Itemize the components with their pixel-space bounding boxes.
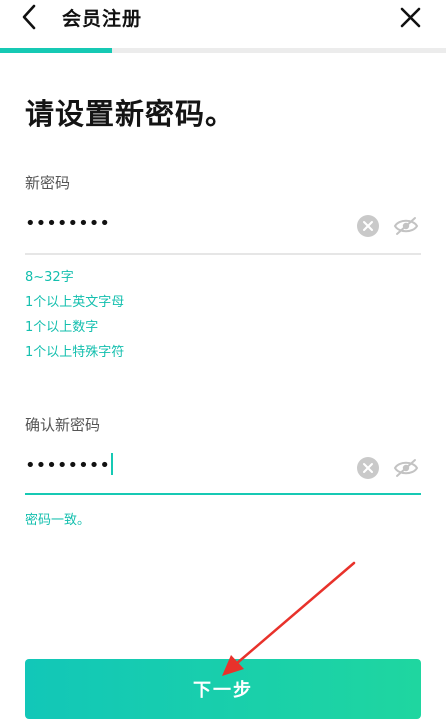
- next-button[interactable]: 下一步: [25, 659, 421, 719]
- confirm-password-underline: [25, 493, 421, 495]
- new-password-label: 新密码: [25, 174, 71, 192]
- close-button[interactable]: [396, 2, 426, 32]
- page-title: 请设置新密码。: [25, 97, 236, 131]
- new-password-visibility-toggle[interactable]: [393, 215, 419, 237]
- requirement-number: 1个以上数字: [25, 320, 99, 335]
- eye-off-icon: [393, 217, 419, 235]
- header: 会员注册: [0, 0, 446, 48]
- close-icon: [400, 7, 421, 28]
- password-setup-page: 会员注册 请设置新密码。 新密码 •••••••• 8~32字 1个以上英文字母…: [0, 0, 446, 723]
- confirm-password-input-text: ••••••••: [25, 453, 113, 477]
- requirement-length: 8~32字: [25, 270, 74, 285]
- clear-icon: [357, 457, 379, 479]
- new-password-clear-button[interactable]: [357, 215, 379, 237]
- header-title: 会员注册: [62, 8, 143, 30]
- requirement-letter: 1个以上英文字母: [25, 295, 125, 310]
- back-button[interactable]: [14, 2, 46, 32]
- eye-off-icon: [393, 459, 419, 477]
- chevron-left-icon: [22, 4, 36, 30]
- confirm-password-visibility-toggle[interactable]: [393, 457, 419, 479]
- confirm-password-clear-button[interactable]: [357, 457, 379, 479]
- text-caret: [110, 453, 113, 475]
- requirement-special: 1个以上特殊字符: [25, 345, 125, 360]
- new-password-value: ••••••••: [25, 213, 110, 234]
- confirm-password-value: ••••••••: [25, 455, 110, 476]
- progress-track: [0, 48, 446, 53]
- confirm-password-field[interactable]: ••••••••: [25, 447, 421, 495]
- new-password-field[interactable]: ••••••••: [25, 205, 421, 255]
- password-match-message: 密码一致。: [25, 513, 91, 528]
- clear-icon: [357, 215, 379, 237]
- confirm-password-label: 确认新密码: [25, 416, 101, 434]
- progress-fill: [0, 48, 112, 53]
- new-password-underline: [25, 253, 421, 255]
